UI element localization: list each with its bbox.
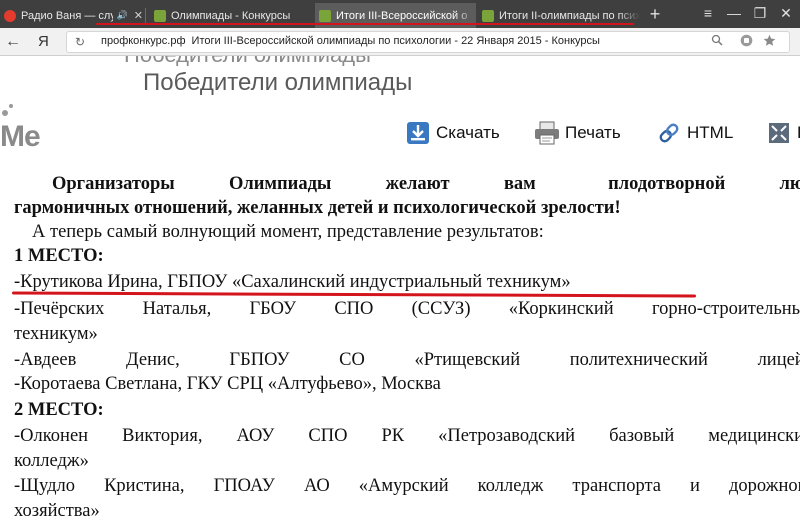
speaker-icon[interactable]: 🔊: [117, 10, 128, 21]
winner-1-2: -Печёрских Наталья, ГБОУ СПО (ССУЗ) «Кор…: [14, 297, 800, 321]
site-logo[interactable]: Me: [0, 104, 50, 160]
intro-text: А теперь самый волнующий момент, предста…: [32, 222, 544, 242]
url-domain: профконкурс.рф: [101, 35, 186, 47]
word: Организаторы: [52, 174, 175, 194]
html-label: HTML: [687, 123, 734, 142]
tab-divider: [145, 8, 146, 23]
word: политехнический: [569, 350, 708, 370]
site-favicon-icon: [482, 9, 494, 22]
url-highlight-underline: [96, 23, 634, 25]
word: любви: [779, 174, 800, 194]
winner-1-2-cont: техникум»: [14, 324, 98, 344]
printer-icon: [533, 119, 561, 147]
word: «Амурский: [358, 476, 449, 496]
word: (ССУЗ): [411, 299, 471, 319]
winner-1-1: -Крутикова Ирина, ГБПОУ «Сахалинский инд…: [14, 272, 571, 292]
word: Кристина,: [104, 476, 185, 496]
logo-text: Me: [0, 120, 41, 153]
tab-label: Радио Ваня — слушать: [21, 9, 113, 22]
word: «Петрозаводский: [438, 426, 576, 446]
url-page-title: Итоги III-Всероссийской олимпиады по пси…: [191, 35, 600, 47]
site-title: Победители олимпиады: [143, 69, 413, 96]
protect-icon[interactable]: [737, 34, 755, 52]
site-favicon-icon: [319, 9, 331, 22]
maximize-icon[interactable]: ❐: [748, 2, 772, 24]
word: Наталья,: [142, 299, 212, 319]
word: -Олконен: [14, 426, 89, 446]
download-button[interactable]: Скачать: [404, 118, 500, 148]
html-button[interactable]: HTML: [655, 118, 733, 148]
winner-1-3: -Авдеев Денис, ГБПОУ СО «Ртищевский поли…: [14, 348, 800, 372]
radio-favicon-icon: [4, 9, 16, 22]
print-label: Печать: [565, 123, 621, 142]
tab-label: Итоги III-Всероссийской о: [336, 9, 468, 22]
winner-1-4: -Коротаева Светлана, ГКУ СРЦ «Алтуфьево»…: [14, 374, 441, 394]
word: дорожного: [728, 476, 800, 496]
navigation-bar: ← Я ↻ профконкурс.рф Итоги III-Всероссийс…: [0, 28, 800, 56]
word: РК: [381, 426, 405, 446]
back-arrow-icon[interactable]: ←: [3, 31, 23, 53]
window-close-icon[interactable]: ✕: [774, 2, 798, 24]
word: и: [690, 476, 700, 496]
greeting-line-1: Организаторы Олимпиады желают вам плодот…: [14, 172, 800, 196]
word: ГБПОУ: [229, 350, 290, 370]
word: ГБОУ: [249, 299, 297, 319]
word: «Коркинский: [508, 299, 614, 319]
minimize-icon[interactable]: —: [722, 2, 746, 24]
address-bar[interactable]: ↻ профконкурс.рф Итоги III-Всероссийской …: [66, 31, 790, 53]
reload-icon[interactable]: ↻: [75, 33, 85, 52]
word: лицей»: [757, 350, 800, 370]
word: -Щудло: [14, 476, 76, 496]
yandex-logo[interactable]: Я: [38, 32, 49, 52]
download-label: Скачать: [436, 123, 500, 142]
link-chain-icon: [655, 119, 683, 147]
word: вам: [503, 174, 536, 194]
word: желают: [385, 174, 450, 194]
winner-2-2-cont: хозяйства»: [14, 501, 100, 521]
word: базовый: [609, 426, 675, 446]
place-2-heading: 2 МЕСТО:: [14, 400, 104, 420]
word: СО: [339, 350, 365, 370]
site-favicon-icon: [154, 9, 166, 22]
more-action-button[interactable]: F: [765, 118, 800, 148]
winner-2-1-cont: колледж»: [14, 451, 89, 471]
place-1-heading: 1 МЕСТО:: [14, 246, 104, 266]
new-tab-button[interactable]: +: [645, 3, 665, 25]
bookmark-star-icon[interactable]: [760, 34, 778, 52]
expand-icon: [765, 119, 793, 147]
url-text[interactable]: профконкурс.рф Итоги III-Всероссийской ол…: [101, 35, 600, 47]
word: СПО: [334, 299, 374, 319]
word: транспорта: [572, 476, 661, 496]
tab-label: Олимпиады - Конкурсы: [171, 9, 291, 22]
zoom-icon[interactable]: [708, 34, 726, 52]
greeting-line-2: гармоничных отношений, желанных детей и …: [14, 198, 621, 218]
winner-2-2: -Щудло Кристина, ГПОАУ АО «Амурский колл…: [14, 474, 800, 498]
word: колледж: [477, 476, 544, 496]
word: плодотворной: [608, 174, 726, 194]
word: АОУ: [236, 426, 275, 446]
print-button[interactable]: Печать: [533, 118, 621, 148]
word: АО: [303, 476, 330, 496]
word: Денис,: [126, 350, 180, 370]
word: -Авдеев: [14, 350, 77, 370]
tab-close-icon[interactable]: ✕: [134, 9, 143, 22]
word: медицинский: [708, 426, 800, 446]
word: «Ртищевский: [414, 350, 521, 370]
word: ГПОАУ: [213, 476, 275, 496]
download-icon: [404, 119, 432, 147]
word: горно-строительный: [651, 299, 800, 319]
word: Олимпиады: [228, 174, 332, 194]
word: СПО: [308, 426, 348, 446]
winner-2-1: -Олконен Виктория, АОУ СПО РК «Петрозаво…: [14, 424, 800, 448]
menu-icon[interactable]: ≡: [696, 2, 720, 24]
word: -Печёрских: [14, 299, 105, 319]
word: Виктория,: [122, 426, 203, 446]
